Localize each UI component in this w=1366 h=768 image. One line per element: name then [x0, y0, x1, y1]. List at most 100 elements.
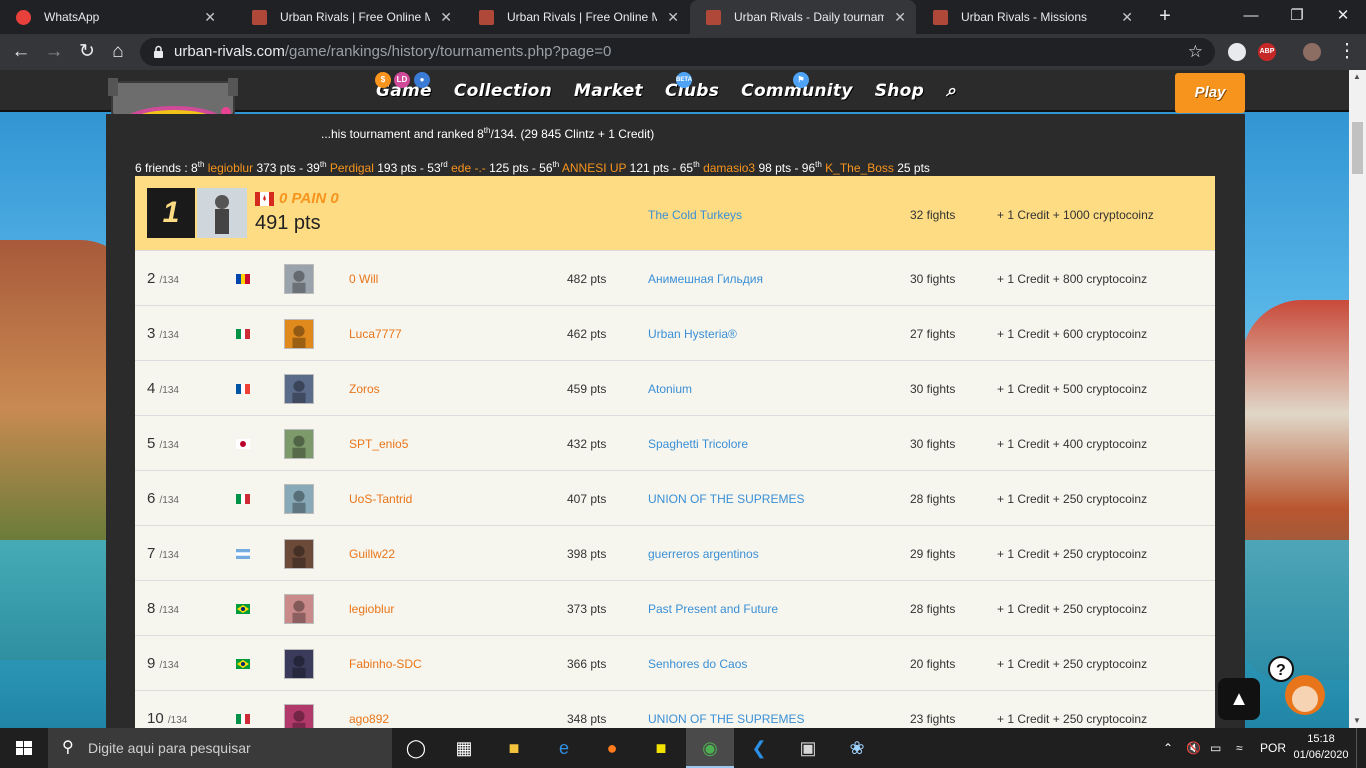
- friend-name-link[interactable]: damasio3: [703, 161, 755, 175]
- player-avatar[interactable]: [284, 649, 314, 679]
- adblock-icon[interactable]: ABP: [1258, 43, 1276, 61]
- player-avatar[interactable]: [284, 704, 314, 728]
- clan-link[interactable]: UNION OF THE SUPREMES: [648, 712, 804, 726]
- friend-name-link[interactable]: legioblur: [208, 161, 253, 175]
- clan-link[interactable]: Atonium: [648, 382, 692, 396]
- firefox-icon[interactable]: ●: [588, 728, 636, 768]
- browser-tab[interactable]: WhatsApp ✕: [0, 0, 226, 34]
- browser-tab[interactable]: Urban Rivals - Missions ✕: [917, 0, 1143, 34]
- leader-flag-icon: [255, 192, 274, 206]
- player-avatar[interactable]: [284, 539, 314, 569]
- friend-name-link[interactable]: ANNESI UP: [562, 161, 626, 175]
- friend-position-suffix: th: [319, 160, 327, 169]
- friend-name-link[interactable]: Perdigal: [330, 161, 374, 175]
- taskbar-search-box[interactable]: ⚲ Digite aqui para pesquisar: [48, 728, 392, 768]
- player-name-link[interactable]: Zoros: [349, 382, 380, 396]
- player-avatar[interactable]: [284, 319, 314, 349]
- site-search-icon[interactable]: ⌕: [946, 81, 956, 101]
- restore-window-button[interactable]: ❐: [1274, 0, 1320, 34]
- table-row: 8 /134 legioblur 373 pts Past Present and F…: [135, 581, 1215, 636]
- profile-avatar[interactable]: [1303, 43, 1321, 61]
- clan-link[interactable]: Past Present and Future: [648, 602, 778, 616]
- leader-name-link[interactable]: 0 PAIN 0: [279, 190, 339, 207]
- player-name-link[interactable]: legioblur: [349, 602, 394, 616]
- fights-count: 20 fights: [910, 657, 956, 671]
- close-tab-icon[interactable]: ✕: [1121, 0, 1133, 34]
- extension-icon[interactable]: [1228, 43, 1246, 61]
- clan-link[interactable]: Spaghetti Tricolore: [648, 437, 748, 451]
- back-button[interactable]: ←: [8, 39, 34, 65]
- volume-muted-icon[interactable]: 🔇: [1186, 728, 1201, 768]
- player-name-link[interactable]: Luca7777: [349, 327, 402, 341]
- file-explorer-icon[interactable]: ■: [490, 728, 538, 768]
- browser-tab[interactable]: Urban Rivals | Free Online Man ✕: [463, 0, 689, 34]
- language-indicator[interactable]: POR: [1260, 728, 1286, 768]
- browser-tab[interactable]: Urban Rivals - Daily tournamer ✕: [690, 0, 916, 34]
- clan-link[interactable]: UNION OF THE SUPREMES: [648, 492, 804, 506]
- friend-name-link[interactable]: K_The_Boss: [825, 161, 894, 175]
- nav-collection[interactable]: Collection: [454, 81, 552, 101]
- scroll-down-icon[interactable]: ▼: [1353, 716, 1361, 725]
- friend-name-link[interactable]: ede -.-: [451, 161, 486, 175]
- task-view-icon[interactable]: ▦: [440, 728, 488, 768]
- player-name-link[interactable]: Fabinho-SDC: [349, 657, 422, 671]
- cortana-icon[interactable]: ◯: [392, 728, 440, 768]
- player-name-link[interactable]: Guillw22: [349, 547, 395, 561]
- player-name-link[interactable]: SPT_enio5: [349, 437, 408, 451]
- leader-clan-link[interactable]: The Cold Turkeys: [648, 208, 742, 222]
- menu-icon[interactable]: ⋮: [1334, 39, 1360, 65]
- friend-position-suffix: rd: [440, 160, 448, 169]
- sticky-notes-icon[interactable]: ■: [637, 728, 685, 768]
- show-desktop-button[interactable]: [1356, 728, 1366, 768]
- player-points: 348 pts: [567, 712, 607, 726]
- close-window-button[interactable]: ✕: [1320, 0, 1366, 34]
- chrome-icon[interactable]: ◉: [686, 728, 734, 768]
- player-avatar[interactable]: [284, 264, 314, 294]
- edge-icon[interactable]: e: [540, 728, 588, 768]
- vscode-icon[interactable]: ❮: [735, 728, 783, 768]
- close-tab-icon[interactable]: ✕: [667, 0, 679, 34]
- scroll-up-icon[interactable]: ▲: [1353, 72, 1361, 81]
- player-avatar[interactable]: [284, 429, 314, 459]
- clan-link[interactable]: Urban Hysteria®: [648, 327, 737, 341]
- leader-avatar[interactable]: [197, 188, 247, 238]
- nav-market[interactable]: Market: [574, 81, 643, 101]
- clan-link[interactable]: guerreros argentinos: [648, 547, 759, 561]
- scrollbar-thumb[interactable]: [1352, 122, 1363, 174]
- minimize-window-button[interactable]: —: [1228, 0, 1274, 34]
- nav-clubs[interactable]: Clubs: [665, 81, 719, 101]
- page-scrollbar[interactable]: ▲ ▼: [1349, 70, 1366, 728]
- nav-shop[interactable]: Shop: [875, 81, 924, 101]
- windows-start-icon[interactable]: [0, 728, 48, 768]
- reload-button[interactable]: ↻: [74, 39, 100, 65]
- friend-position: 56: [539, 161, 553, 175]
- player-name-link[interactable]: UoS-Tantrid: [349, 492, 412, 506]
- player-avatar[interactable]: [284, 484, 314, 514]
- player-name-link[interactable]: 0 Will: [349, 272, 378, 286]
- play-button[interactable]: Play: [1175, 73, 1245, 113]
- close-tab-icon[interactable]: ✕: [440, 0, 452, 34]
- bookmark-star-icon[interactable]: ☆: [1188, 38, 1203, 66]
- whatsapp-icon: [16, 10, 31, 25]
- player-avatar[interactable]: [284, 594, 314, 624]
- clan-link[interactable]: Senhores do Caos: [648, 657, 747, 671]
- browser-tab[interactable]: Urban Rivals | Free Online Man ✕: [236, 0, 462, 34]
- network-icon[interactable]: ≈: [1236, 728, 1243, 768]
- player-avatar[interactable]: [284, 374, 314, 404]
- forward-button[interactable]: →: [41, 39, 67, 65]
- new-tab-button[interactable]: +: [1155, 0, 1175, 34]
- paint-icon[interactable]: ❀: [833, 728, 881, 768]
- close-tab-icon[interactable]: ✕: [894, 0, 906, 34]
- battery-icon[interactable]: ▭: [1210, 728, 1221, 768]
- address-bar[interactable]: urban-rivals.com/game/rankings/history/t…: [140, 38, 1215, 66]
- help-character-icon[interactable]: ?: [1265, 655, 1329, 723]
- rank: 10 /134: [147, 710, 188, 727]
- home-button[interactable]: ⌂: [105, 39, 131, 65]
- tray-chevron-icon[interactable]: ⌃: [1163, 728, 1173, 768]
- clan-link[interactable]: Анимешная Гильдия: [648, 272, 763, 286]
- remote-desktop-icon[interactable]: ▣: [784, 728, 832, 768]
- system-clock[interactable]: 15:18 01/06/2020: [1293, 731, 1349, 763]
- scroll-to-top-button[interactable]: ▲: [1218, 678, 1260, 720]
- player-name-link[interactable]: ago892: [349, 712, 389, 726]
- close-tab-icon[interactable]: ✕: [204, 0, 216, 34]
